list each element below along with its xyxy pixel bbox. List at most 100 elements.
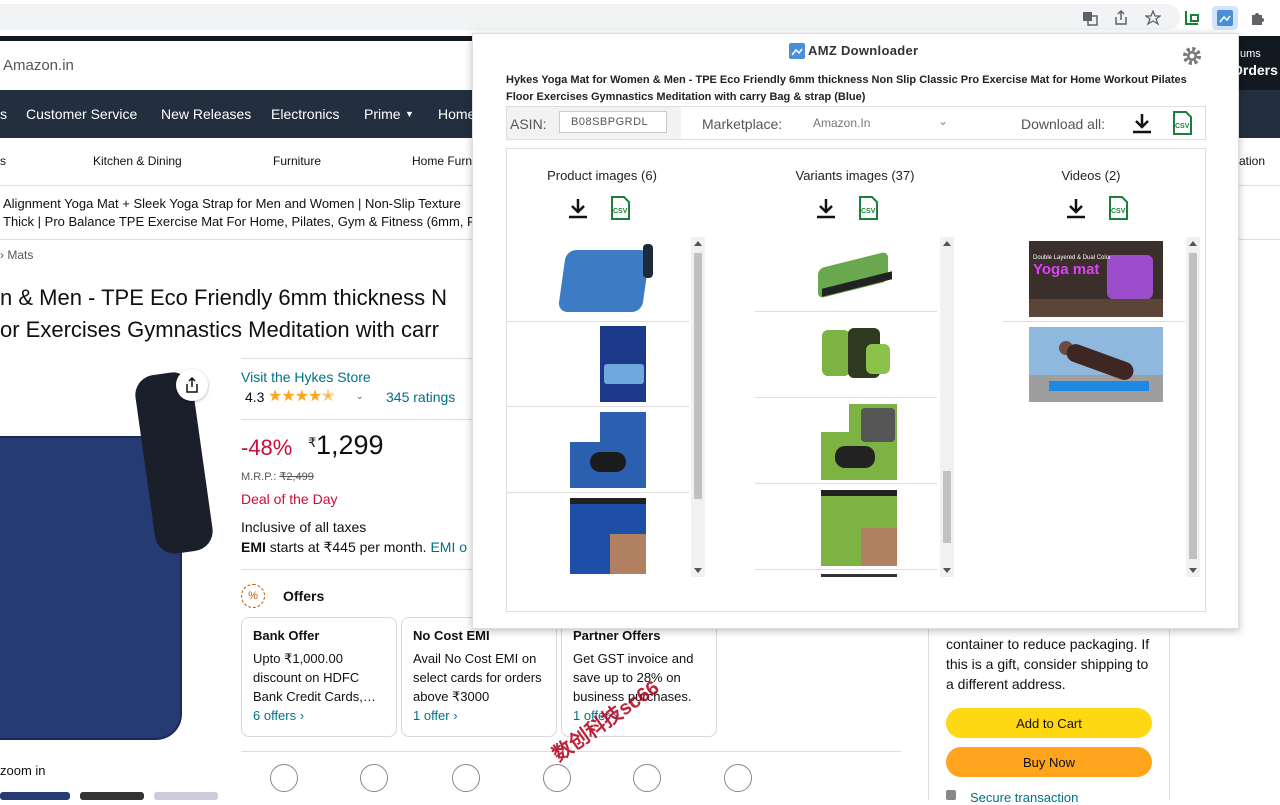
- variants-images-scrollbar[interactable]: [940, 237, 954, 577]
- variant-image-thumb[interactable]: [821, 490, 897, 566]
- scrollbar-thumb[interactable]: [943, 471, 951, 543]
- product-main-image[interactable]: [0, 358, 230, 758]
- download-variants-images-icon[interactable]: [815, 197, 837, 224]
- share-icon: [186, 377, 198, 393]
- scroll-down-arrow[interactable]: [1189, 568, 1197, 573]
- offer-title: Bank Offer: [253, 628, 320, 643]
- thumbnail[interactable]: [0, 792, 70, 800]
- banner-line-1[interactable]: Alignment Yoga Mat + Sleek Yoga Strap fo…: [3, 196, 461, 211]
- nav-electronics[interactable]: Electronics: [271, 106, 339, 122]
- offers-title: Offers: [283, 588, 325, 604]
- asin-value[interactable]: B08SBPGRDL: [559, 111, 667, 133]
- product-title: Hykes Yoga Mat for Women & Men - TPE Eco…: [506, 74, 1187, 103]
- product-image-thumb[interactable]: [570, 412, 646, 488]
- ratings-count-link[interactable]: 345 ratings: [386, 389, 455, 405]
- gear-icon[interactable]: [1181, 45, 1203, 67]
- scroll-up-arrow[interactable]: [694, 241, 702, 246]
- chevron-down-icon[interactable]: ⌄: [938, 114, 948, 128]
- address-bar[interactable]: [0, 4, 1180, 30]
- amz-downloader-extension-icon[interactable]: [1212, 6, 1238, 30]
- subnav-furniture[interactable]: Furniture: [273, 154, 321, 168]
- amazon-domain[interactable]: Amazon.in: [3, 57, 74, 74]
- scroll-down-arrow[interactable]: [694, 568, 702, 573]
- star-rating-icon[interactable]: ★★★★✭: [268, 386, 335, 406]
- scrollbar-thumb[interactable]: [694, 253, 702, 499]
- divider: [241, 419, 476, 420]
- asin-label: ASIN:: [510, 116, 547, 132]
- offer-card-emi[interactable]: No Cost EMI Avail No Cost EMI on select …: [401, 617, 557, 737]
- download-all-icon[interactable]: [1131, 112, 1153, 139]
- scroll-up-arrow[interactable]: [1189, 241, 1197, 246]
- marketplace-select[interactable]: Amazon.In: [813, 116, 870, 130]
- thumbnail[interactable]: [80, 792, 144, 800]
- thumb-separator: [1003, 321, 1185, 322]
- share-icon[interactable]: [1111, 8, 1131, 28]
- subnav-kitchen[interactable]: Kitchen & Dining: [93, 154, 182, 168]
- deal-label: Deal of the Day: [241, 491, 338, 507]
- scrollbar-thumb[interactable]: [1189, 253, 1197, 559]
- download-videos-icon[interactable]: [1065, 197, 1087, 224]
- svg-text:CSV: CSV: [861, 208, 876, 215]
- video-thumb[interactable]: [1029, 327, 1163, 402]
- product-image-thumb[interactable]: [558, 242, 653, 317]
- thumb-separator: [755, 569, 937, 570]
- store-link[interactable]: Visit the Hykes Store: [241, 369, 371, 385]
- subnav-home-furnishing[interactable]: Home Furn: [412, 154, 472, 168]
- video-thumb[interactable]: Double Layered & Dual Color Yoga mat: [1029, 241, 1163, 317]
- download-product-images-icon[interactable]: [567, 197, 589, 224]
- variant-image-thumb[interactable]: [818, 324, 898, 384]
- buy-now-button[interactable]: Buy Now: [946, 747, 1152, 777]
- thumbnail[interactable]: [154, 792, 218, 800]
- emi-info: EMI starts at ₹445 per month. EMI o: [241, 539, 467, 556]
- variant-image-thumb[interactable]: [808, 246, 903, 306]
- breadcrumb: › Mats: [0, 248, 33, 262]
- share-button[interactable]: [176, 369, 208, 401]
- nav-new-releases[interactable]: New Releases: [161, 106, 251, 122]
- bookmark-star-icon[interactable]: [1143, 8, 1163, 28]
- csv-all-icon[interactable]: CSV: [1171, 111, 1193, 140]
- nav-item[interactable]: s: [0, 106, 7, 122]
- product-images-scrollbar[interactable]: [691, 237, 705, 577]
- price: 1,299: [316, 430, 384, 460]
- thumb-separator: [755, 483, 937, 484]
- csv-variants-images-icon[interactable]: CSV: [857, 196, 879, 225]
- add-to-cart-button[interactable]: Add to Cart: [946, 708, 1152, 738]
- thumb-separator: [755, 397, 937, 398]
- discount-badge: -48%: [241, 435, 293, 460]
- video-caption-large: Yoga mat: [1033, 261, 1100, 278]
- taxes-label: Inclusive of all taxes: [241, 519, 367, 535]
- banner-line-2[interactable]: Thick | Pro Balance TPE Exercise Mat For…: [3, 214, 484, 229]
- thumb-separator: [507, 321, 689, 322]
- nav-prime[interactable]: Prime: [364, 106, 401, 122]
- mrp: M.R.P.: ₹2,499: [241, 470, 314, 483]
- offer-link[interactable]: 6 offers ›: [253, 706, 385, 725]
- variant-image-thumb[interactable]: [821, 404, 897, 480]
- nav-home[interactable]: Home: [438, 106, 475, 122]
- product-image-thumb[interactable]: [570, 326, 646, 402]
- popup-title: AMZ Downloader: [808, 43, 919, 58]
- extension-green-icon[interactable]: [1182, 8, 1202, 28]
- breadcrumb-mats[interactable]: Mats: [7, 248, 33, 262]
- csv-product-images-icon[interactable]: CSV: [609, 196, 631, 225]
- scroll-down-arrow[interactable]: [943, 568, 951, 573]
- variant-image-thumb[interactable]: [821, 574, 897, 577]
- secure-transaction-link[interactable]: Secure transaction: [970, 790, 1078, 805]
- product-title-line-1: n & Men - TPE Eco Friendly 6mm thickness…: [0, 285, 448, 310]
- subnav-item[interactable]: s: [0, 154, 6, 168]
- subnav-item-right[interactable]: ation: [1239, 154, 1265, 168]
- offer-text: Upto ₹1,000.00 discount on HDFC Bank Cre…: [253, 651, 376, 704]
- offer-link[interactable]: 1 offer ›: [413, 706, 545, 725]
- offer-card-bank[interactable]: Bank Offer Upto ₹1,000.00 discount on HD…: [241, 617, 397, 737]
- videos-scrollbar[interactable]: [1186, 237, 1200, 577]
- product-image-thumb[interactable]: [570, 498, 646, 574]
- returns-icon: [452, 764, 480, 792]
- chevron-down-icon[interactable]: ⌄: [356, 391, 364, 402]
- scroll-up-arrow[interactable]: [943, 241, 951, 246]
- emi-label: EMI: [241, 539, 266, 555]
- nav-customer-service[interactable]: Customer Service: [26, 106, 137, 122]
- payment-icon: [360, 764, 388, 792]
- emi-options-link[interactable]: EMI o: [430, 539, 467, 555]
- extensions-puzzle-icon[interactable]: [1247, 8, 1267, 28]
- translate-icon[interactable]: [1080, 8, 1100, 28]
- csv-videos-icon[interactable]: CSV: [1107, 196, 1129, 225]
